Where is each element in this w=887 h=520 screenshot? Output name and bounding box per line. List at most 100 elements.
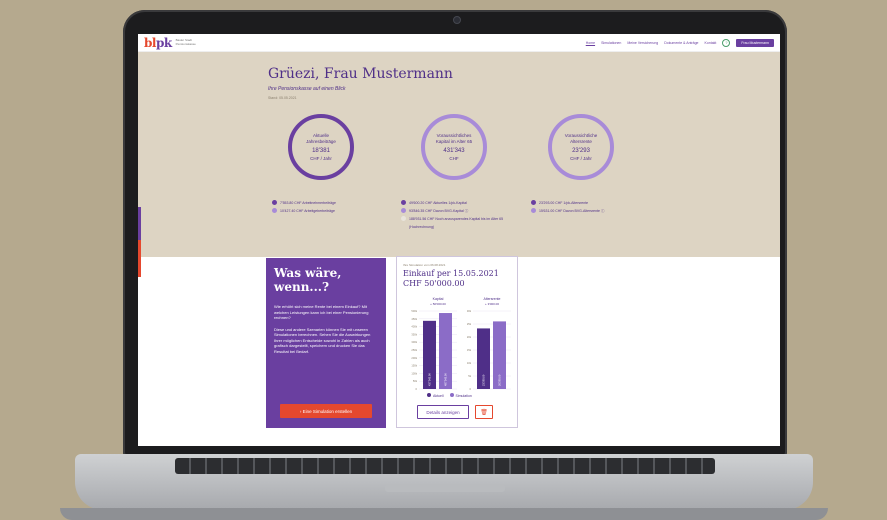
circle-label: Voraussichtliche Altersrente [564,133,598,144]
simulation-chart: Kapital+ 50'000.00 0 50k 100k 150k 200k 250k 30… [411,297,511,391]
simulation-card: Ihre Simulation vom 06.08.2021 Einkauf p… [396,256,518,428]
circle-unit: CHF / Jahr [310,156,332,161]
legend-item: 93'846.35 CHF Davon BVG-Kapital ⓘ [401,207,517,215]
nav-link-home[interactable]: Home [586,41,595,45]
laptop-base-lip [60,508,828,520]
details-button[interactable]: Details anzeigen [417,405,469,419]
what-if-questions: Wie erhöht sich meine Rente bei einem Ei… [274,304,369,320]
legend-dot [401,208,406,213]
what-if-title-line1: Was wäre, [274,266,342,280]
tick-label: 200k [411,356,417,360]
tick-label: 25k [467,322,472,326]
data-label: 437'343.00 [428,373,432,386]
user-menu-button[interactable]: Frau Mustermann [736,38,774,47]
legend-dot [272,208,277,213]
data-label: 487'343.00 [444,373,448,386]
what-if-title: Was wäre, wenn...? [274,266,378,294]
page-subtitle: Ihre Pensionskasse auf einen Blick [268,86,346,92]
legend-item: 23'293.00 CHF 1/pk-Altersrente [531,199,641,207]
simulation-title: Einkauf per 15.05.2021 [403,269,499,278]
legend-item: 188'931.56 CHF Noch anzusparendes Kapita… [401,215,517,231]
keyboard [175,458,715,474]
create-simulation-button[interactable]: › Eine Simulation erstellen [280,404,372,418]
tick-label: 100k [411,371,417,375]
nav-link-versicherung[interactable]: Meine Versicherung [627,41,658,45]
top-nav: blpk Basler Stadt Pensionskasse Home Sim… [138,34,780,52]
trackpad [385,484,505,492]
tick-label: 500k [411,309,417,313]
tick-label: 0 [470,387,472,391]
tick-label: 150k [411,364,417,368]
circle-value: 18'381 [312,148,330,154]
logo-tagline: Basler Stadt Pensionskasse [175,38,196,46]
nav-link-dokumente[interactable]: Dokumente & Anträge [664,41,698,45]
data-label: 26'293.00 [498,374,502,386]
contributions-legend: 7'553.80 CHF Arbeitnehmerbeiträge 10'427… [272,199,372,215]
legend-text: 10'427.40 CHF Arbeitgeberbeiträge [280,209,335,213]
camera [453,16,461,24]
page-title: Grüezi, Frau Mustermann [268,66,453,82]
capital-circle: Voraussichtliches Kapital im Alter 65 43… [421,114,487,180]
pension-circle: Voraussichtliche Altersrente 23'293 CHF … [548,114,614,180]
legend-text: Aktuell [433,394,444,398]
legend-text: 49'600.20 CHF Aktuelles 1/pk-Kapital [409,201,467,205]
side-accent-orange [138,240,141,277]
circle-label: Aktuelle Jahresbeiträge [306,133,336,144]
help-icon[interactable]: ? [722,38,731,47]
legend-dot [272,200,277,205]
circle-value: 23'293 [572,148,590,154]
pension-legend: 23'293.00 CHF 1/pk-Altersrente 15'631.00… [531,199,641,215]
legend-text: 15'631.00 CHF Davon BVG-Altersrente ⓘ [539,209,605,213]
circle-value: 431'343 [443,148,465,154]
tick-label: 250k [411,348,417,352]
chart-legend: Aktuell Simulation [427,393,472,398]
logo[interactable]: blpk [144,36,172,50]
simulation-amount: CHF 50'000.00 [403,279,465,288]
legend-dot [449,393,454,397]
delete-icon[interactable]: 🗑 [475,405,493,419]
legend-item: 49'600.20 CHF Aktuelles 1/pk-Kapital [401,199,517,207]
tick-label: 300k [411,340,417,344]
what-if-title-line2: wenn...? [274,280,329,294]
data-label: 23'293.00 [482,374,486,386]
legend-item: 10'427.40 CHF Arbeitgeberbeiträge [272,207,372,215]
tick-label: 350k [411,332,417,336]
screen: blpk Basler Stadt Pensionskasse Home Sim… [138,34,780,446]
legend-dot [531,200,536,205]
tick-label: 450k [411,317,417,321]
tick-label: 15k [467,348,472,352]
nav-link-kontakt[interactable]: Kontakt [705,41,717,45]
tick-label: 400k [411,325,417,329]
nav-link-simulationen[interactable]: Simulationen [601,41,621,45]
chart-title: Kapital [433,297,444,301]
overview-section: Grüezi, Frau Mustermann Ihre Pensionskas… [138,52,780,257]
tick-label: 10k [467,361,472,365]
legend-dot [401,216,406,221]
simulation-date: Ihre Simulation vom 06.08.2021 [403,263,446,267]
create-simulation-label: Eine Simulation erstellen [302,408,353,414]
legend-text: 93'846.35 CHF Davon BVG-Kapital ⓘ [409,209,469,213]
what-if-text: Diese und andere Szenarien können Sie mi… [274,326,371,354]
tick-label: 20k [467,335,472,339]
circle-label: Voraussichtliches Kapital im Alter 65 [435,133,473,144]
logo-part-bl: bl [144,35,156,50]
tick-label: 5k [468,374,471,378]
circle-unit: CHF / Jahr [570,156,592,161]
what-if-card: Was wäre, wenn...? Wie erhöht sich meine… [266,258,386,428]
tick-label: 30k [467,309,472,313]
chart-title: Altersrente [484,297,501,301]
tick-label: 0 [416,387,418,391]
legend-simulation: Simulation [449,393,472,398]
circle-unit: CHF [449,156,459,161]
legend-text: Simulation [455,394,472,398]
capital-legend: 49'600.20 CHF Aktuelles 1/pk-Kapital 93'… [401,199,517,231]
chart-subtitle: + 3'000.00 [485,302,499,306]
legend-text: 188'931.56 CHF Noch anzusparendes Kapita… [409,217,504,229]
legend-dot [427,393,431,397]
legend-text: 7'553.80 CHF Arbeitnehmerbeiträge [280,201,336,205]
legend-text: 23'293.00 CHF 1/pk-Altersrente [539,201,589,205]
legend-dot [531,208,536,213]
legend-aktuell: Aktuell [427,393,444,398]
contributions-circle: Aktuelle Jahresbeiträge 18'381 CHF / Jah… [288,114,354,180]
legend-item: 7'553.80 CHF Arbeitnehmerbeiträge [272,199,372,207]
